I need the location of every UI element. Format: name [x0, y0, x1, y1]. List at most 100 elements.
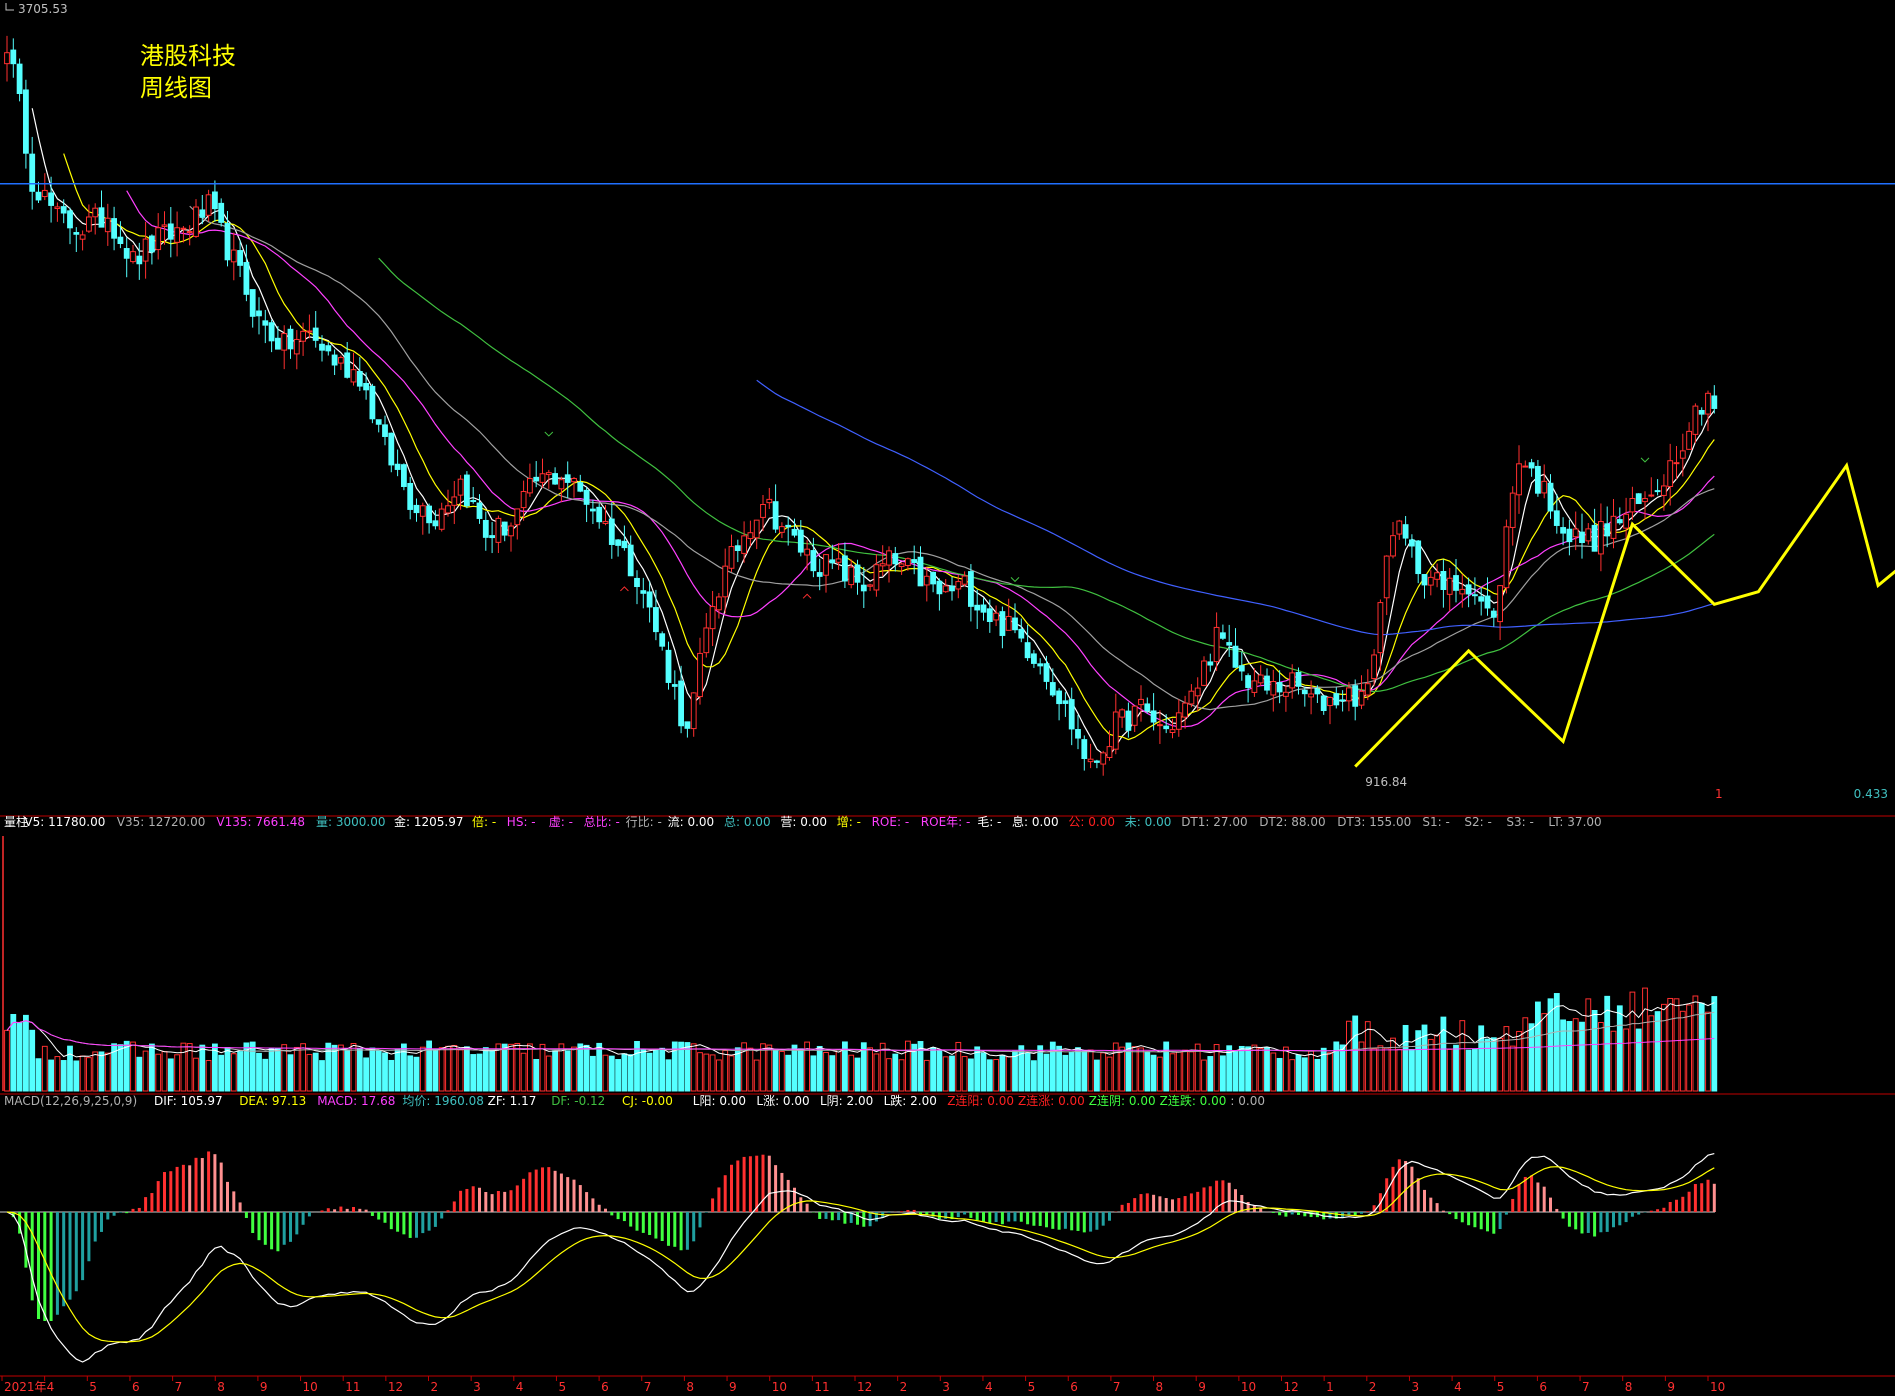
candle: [1579, 513, 1585, 559]
x-axis-tick-label: 2: [431, 1380, 439, 1394]
volume-panel[interactable]: 量柱V5: 11780.00 V35: 12720.00 V135: 7661.48…: [2, 814, 1718, 1092]
volume-bar: [949, 1055, 955, 1092]
x-axis-tick-label: 7: [644, 1380, 652, 1394]
candle: [911, 545, 918, 575]
candle: [1352, 679, 1359, 721]
candle: [627, 535, 634, 577]
x-axis-tick-label: 8: [217, 1380, 225, 1394]
candle: [728, 534, 735, 572]
legend-item: 均价: 1960.08: [402, 1094, 483, 1108]
candle: [1698, 407, 1705, 426]
candle: [4, 35, 10, 82]
candle: [936, 578, 943, 611]
candle: [1528, 458, 1535, 477]
volume-bar: [1434, 1034, 1440, 1092]
candle: [1390, 522, 1396, 559]
candle: [923, 567, 930, 602]
volume-bar: [936, 1050, 943, 1092]
candle: [1150, 693, 1157, 731]
volume-bar: [1667, 997, 1674, 1092]
volume-bar: [886, 1058, 892, 1092]
x-axis-tick-label: 1: [1326, 1380, 1334, 1394]
x-axis-tick-label: 3: [473, 1380, 481, 1394]
volume-bar: [1465, 1049, 1472, 1092]
legend-item: Z连跌: 0.00: [1160, 1093, 1227, 1108]
candle: [1226, 624, 1233, 657]
candle: [1119, 708, 1125, 728]
volume-bar: [514, 1042, 521, 1092]
candle: [212, 180, 218, 222]
candle: [1421, 574, 1428, 599]
candle: [564, 461, 571, 499]
candle: [684, 721, 691, 738]
volume-bar: [1478, 1025, 1485, 1092]
candle: [1535, 459, 1541, 497]
x-axis-tick-label: 2: [1369, 1380, 1377, 1394]
volume-bar: [892, 1053, 899, 1092]
volume-bar: [193, 1057, 199, 1092]
volume-bar: [539, 1043, 546, 1092]
volume-bar: [79, 1055, 86, 1092]
volume-bar: [1509, 1045, 1516, 1092]
candle: [29, 136, 36, 210]
candle: [312, 311, 319, 348]
volume-bar: [898, 1059, 905, 1092]
candle: [930, 571, 937, 593]
candle: [1560, 517, 1566, 546]
candle: [1402, 516, 1409, 546]
volume-bar: [199, 1044, 206, 1092]
ma30-line: [189, 205, 1715, 711]
volume-bar: [363, 1057, 370, 1092]
volume-bar: [1566, 1021, 1573, 1092]
candle: [898, 562, 905, 575]
volume-bar: [457, 1049, 464, 1092]
macd-panel[interactable]: MACD(12,26,9,25,0,9) DIF: 105.97 DEA: 97.1…: [0, 1093, 1716, 1363]
x-axis-tick-label: 12: [857, 1380, 872, 1394]
volume-bar: [67, 1045, 73, 1092]
candle: [583, 487, 590, 523]
candle: [1301, 686, 1308, 707]
candle: [388, 432, 395, 473]
volume-bar: [564, 1050, 571, 1092]
stock-chart[interactable]: 3705.53 916.84 港股科技 周线图 0.433 1 量柱V5: 11…: [0, 0, 1895, 1396]
x-axis-tick-label: 10: [1710, 1380, 1725, 1394]
candle: [671, 670, 678, 700]
volume-bar: [1031, 1060, 1037, 1092]
x-axis-tick-label: 12: [388, 1380, 403, 1394]
legend-item: 流: 0.00: [668, 815, 715, 829]
volume-bar: [785, 1054, 792, 1092]
x-axis-tick-label: 6: [1539, 1380, 1547, 1394]
volume-bar: [942, 1056, 949, 1092]
volume-bar: [470, 1054, 477, 1092]
volume-bar: [760, 1043, 766, 1092]
volume-bar: [1207, 1056, 1214, 1092]
volume-bar: [1049, 1041, 1056, 1092]
volume-bar: [495, 1043, 502, 1092]
candle: [438, 502, 445, 532]
candle: [1566, 519, 1573, 556]
volume-bar: [1062, 1054, 1069, 1092]
volume-bar: [319, 1060, 325, 1092]
candle: [464, 471, 470, 509]
volume-bar: [130, 1041, 136, 1092]
volume-bar: [1238, 1045, 1245, 1092]
volume-bar: [407, 1055, 414, 1092]
legend-item: Z连阳: 0.00: [947, 1093, 1014, 1108]
volume-bar: [1150, 1054, 1157, 1092]
x-axis-tick-label: 10: [1241, 1380, 1256, 1394]
volume-bar: [1661, 1003, 1667, 1092]
candle: [1440, 559, 1447, 608]
volume-bar: [1528, 1023, 1535, 1092]
candle: [1598, 503, 1604, 572]
volume-bar: [1352, 1015, 1359, 1092]
volume-bar: [1144, 1051, 1151, 1092]
volume-bar: [1220, 1055, 1226, 1092]
candle: [1232, 628, 1239, 668]
volume-bar: [41, 1045, 48, 1092]
legend-item: MACD(12,26,9,25,0,9): [4, 1094, 137, 1108]
candle: [1075, 714, 1081, 750]
candle: [256, 297, 262, 335]
price-panel[interactable]: 3705.53 916.84 港股科技 周线图 0.433 1: [0, 2, 1895, 801]
candle: [167, 207, 174, 258]
candle: [1509, 486, 1516, 546]
